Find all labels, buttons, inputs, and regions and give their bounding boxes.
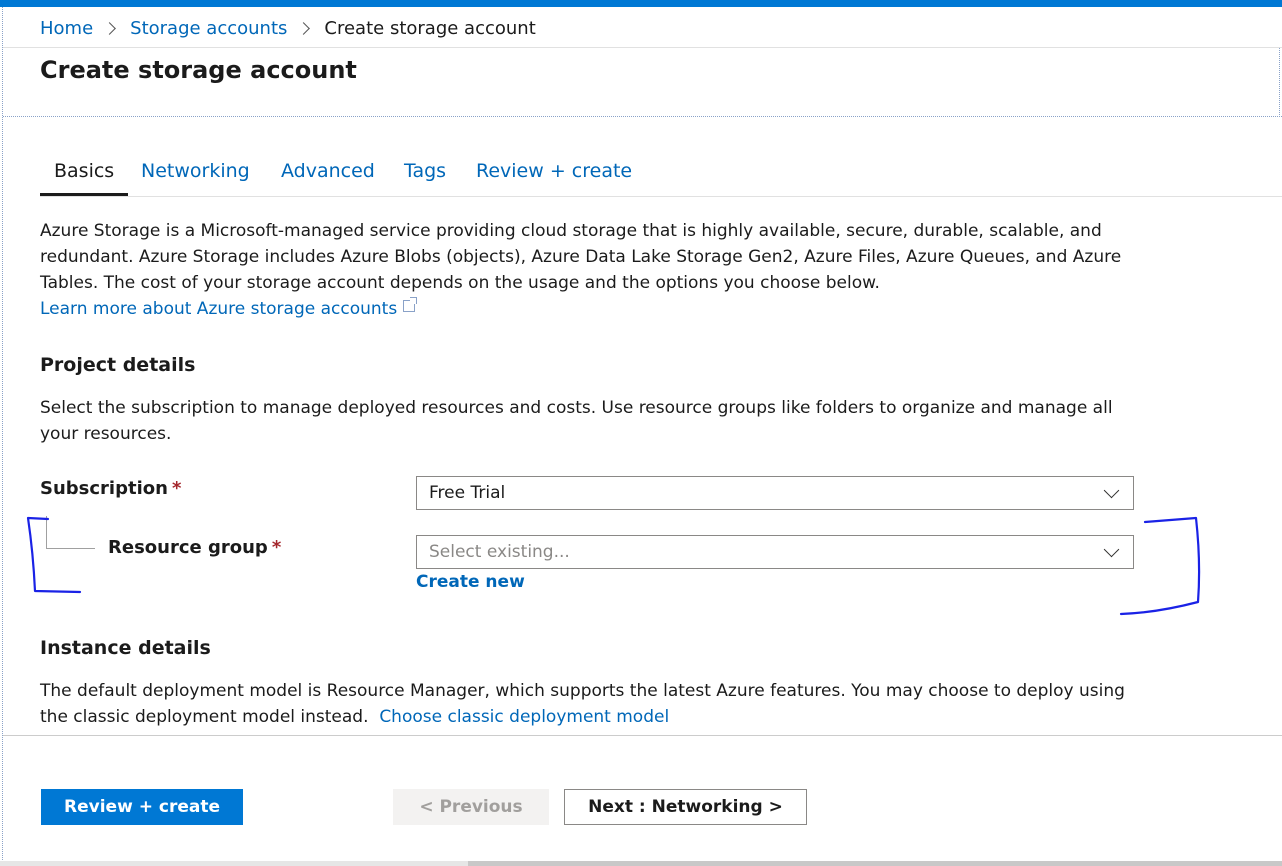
previous-button[interactable]: < Previous (393, 789, 549, 825)
instance-details-title: Instance details (40, 637, 211, 659)
tab-advanced[interactable]: Advanced (281, 160, 375, 196)
subscription-label-text: Subscription (40, 478, 168, 499)
review-create-button[interactable]: Review + create (41, 789, 243, 825)
next-networking-button[interactable]: Next : Networking > (564, 789, 807, 825)
breadcrumb: Home Storage accounts Create storage acc… (40, 16, 536, 40)
resource-group-label-text: Resource group (108, 537, 268, 558)
learn-more-label: Learn more about Azure storage accounts (40, 299, 398, 319)
external-link-icon (403, 297, 418, 312)
chevron-down-icon (1103, 482, 1120, 499)
title-divider (3, 116, 1282, 117)
resource-group-placeholder: Select existing... (429, 542, 570, 562)
project-details-description: Select the subscription to manage deploy… (40, 398, 1113, 444)
tab-networking[interactable]: Networking (141, 160, 250, 196)
breadcrumb-current: Create storage account (324, 17, 536, 39)
create-new-link[interactable]: Create new (416, 572, 525, 592)
top-accent-bar (0, 0, 1282, 7)
breadcrumb-storage-accounts[interactable]: Storage accounts (130, 18, 287, 39)
tab-review-create[interactable]: Review + create (476, 160, 632, 196)
footer-divider (3, 735, 1282, 736)
subscription-value: Free Trial (429, 483, 506, 503)
chevron-right-icon (103, 21, 117, 35)
project-details-title: Project details (40, 354, 196, 376)
learn-more-link[interactable]: Learn more about Azure storage accounts (40, 297, 418, 319)
scrollbar-thumb[interactable] (468, 861, 1282, 866)
breadcrumb-divider (3, 47, 1282, 48)
instance-details-section: The default deployment model is Resource… (40, 678, 1150, 730)
intro-section: Azure Storage is a Microsoft-managed ser… (40, 218, 1150, 322)
breadcrumb-home[interactable]: Home (40, 18, 93, 39)
intro-text: Azure Storage is a Microsoft-managed ser… (40, 221, 1122, 293)
classic-deployment-link[interactable]: Choose classic deployment model (379, 707, 669, 727)
chevron-right-icon (297, 21, 311, 35)
resource-group-label: Resource group * (108, 537, 281, 558)
page-title: Create storage account (40, 56, 357, 84)
required-marker: * (171, 478, 182, 499)
chevron-down-icon (1103, 541, 1120, 558)
tab-tags[interactable]: Tags (404, 160, 446, 196)
subscription-select[interactable]: Free Trial (416, 476, 1134, 510)
tab-basics[interactable]: Basics (40, 160, 129, 196)
tabs-divider (40, 196, 1282, 197)
tree-connector (46, 516, 95, 549)
blade-right-border (1279, 47, 1281, 117)
blade-left-border (2, 7, 4, 866)
required-marker: * (271, 537, 282, 558)
subscription-label: Subscription * (40, 478, 181, 499)
resource-group-select[interactable]: Select existing... (416, 535, 1134, 569)
